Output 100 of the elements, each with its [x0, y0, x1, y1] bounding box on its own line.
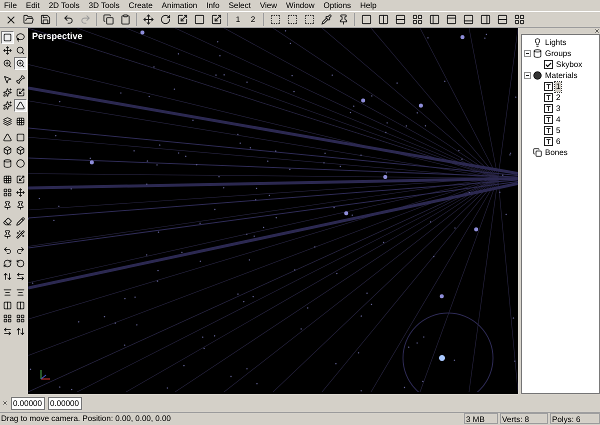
tool-icon: [16, 327, 25, 336]
viewport[interactable]: Perspective: [28, 28, 518, 394]
tool-button[interactable]: [14, 57, 27, 70]
menu-item[interactable]: Create: [128, 0, 153, 10]
tool-button[interactable]: [1, 312, 14, 325]
tool-button[interactable]: [14, 244, 27, 257]
tool-icon: [3, 327, 12, 336]
tool-button[interactable]: [1, 257, 14, 270]
tree-item[interactable]: 6: [555, 136, 562, 146]
menu-item[interactable]: 2D Tools: [48, 0, 80, 10]
menu-item[interactable]: Animation: [162, 0, 198, 10]
tool-icon: [3, 146, 12, 155]
light-icon: [533, 38, 542, 47]
tool-icon: [3, 88, 12, 97]
tool-icon: [3, 301, 12, 310]
tool-icon: [16, 101, 25, 110]
menu-item[interactable]: File: [4, 0, 17, 10]
close-icon[interactable]: [594, 28, 600, 34]
menu-item[interactable]: View: [260, 0, 278, 10]
tool-button[interactable]: [14, 157, 27, 170]
tool-icon: [16, 88, 25, 97]
tool-button[interactable]: [1, 73, 14, 86]
tool-button[interactable]: [14, 99, 27, 112]
tool-button[interactable]: [1, 86, 14, 99]
tool-icon: [3, 259, 12, 268]
tool-button[interactable]: [1, 325, 14, 338]
tool-icon: [3, 230, 12, 239]
tree-item[interactable]: 2: [555, 92, 562, 102]
tool-button[interactable]: [1, 44, 14, 57]
tool-button[interactable]: [1, 57, 14, 70]
tool-icon: [3, 33, 12, 42]
tree-item[interactable]: Groups: [544, 48, 572, 58]
tool-button[interactable]: [14, 173, 27, 186]
viewport-title: Perspective: [32, 30, 83, 43]
coordinate-field[interactable]: 0.00000: [48, 396, 82, 410]
close-icon[interactable]: [2, 400, 8, 406]
menu-item[interactable]: Edit: [26, 0, 40, 10]
tool-button[interactable]: [1, 215, 14, 228]
tool-button[interactable]: [1, 157, 14, 170]
tool-button[interactable]: [14, 115, 27, 128]
tool-button[interactable]: [14, 73, 27, 86]
menu-item[interactable]: Info: [206, 0, 220, 10]
tool-button[interactable]: [1, 131, 14, 144]
tool-icon: [16, 75, 25, 84]
tool-button[interactable]: [1, 244, 14, 257]
menu-item[interactable]: Select: [228, 0, 251, 10]
tool-icon: [3, 272, 12, 281]
menu-item[interactable]: Window: [286, 0, 314, 10]
collapse-toggle[interactable]: [524, 72, 531, 79]
tool-button[interactable]: [1, 144, 14, 157]
tree-item[interactable]: 5: [555, 126, 562, 136]
tree-item[interactable]: 4: [555, 114, 562, 124]
menu-item[interactable]: 3D Tools: [88, 0, 120, 10]
tool-button[interactable]: [1, 99, 14, 112]
tool-icon: [16, 272, 25, 281]
tree-item[interactable]: Skybox: [555, 60, 584, 70]
tool-button[interactable]: [1, 173, 14, 186]
tool-button[interactable]: [1, 31, 14, 44]
tool-icon: [3, 188, 12, 197]
tool-icon: [3, 75, 12, 84]
tool-button[interactable]: [1, 186, 14, 199]
tool-button[interactable]: [1, 270, 14, 283]
tool-button[interactable]: [14, 186, 27, 199]
tool-icon: [3, 59, 12, 68]
coordinate-field[interactable]: 0.00000: [11, 396, 45, 410]
tool-button[interactable]: [14, 131, 27, 144]
menu-item[interactable]: Options: [323, 0, 352, 10]
tool-button[interactable]: [14, 257, 27, 270]
texture-icon: [544, 93, 553, 102]
tool-button[interactable]: [14, 299, 27, 312]
tool-button[interactable]: [1, 299, 14, 312]
tool-icon: [16, 301, 25, 310]
tool-button[interactable]: [14, 31, 27, 44]
tool-icon: [3, 159, 12, 168]
tool-icon: [16, 117, 25, 126]
view-button[interactable]: 2: [246, 12, 260, 27]
tree-item[interactable]: 3: [555, 104, 562, 114]
axis-icon: [38, 368, 52, 382]
tool-icon: [3, 314, 12, 323]
tool-button[interactable]: [14, 86, 27, 99]
checkbox[interactable]: [544, 60, 553, 69]
tool-icon: [3, 217, 12, 226]
menu-item[interactable]: Help: [360, 0, 377, 10]
tool-button[interactable]: [14, 215, 27, 228]
tool-button[interactable]: [14, 270, 27, 283]
collapse-toggle[interactable]: [524, 50, 531, 57]
tree-item[interactable]: Materials: [544, 70, 578, 80]
tool-icon: [16, 59, 25, 68]
tool-button[interactable]: [14, 44, 27, 57]
tool-icon: [16, 146, 25, 155]
tool-button[interactable]: [1, 115, 14, 128]
tool-button[interactable]: [14, 228, 27, 241]
tool-button[interactable]: [14, 312, 27, 325]
sphere-icon: [533, 71, 542, 80]
tree-item[interactable]: 1: [555, 82, 562, 92]
tool-button[interactable]: [14, 325, 27, 338]
tree-item[interactable]: Lights: [544, 38, 568, 48]
tree-item[interactable]: Bones: [544, 148, 569, 158]
view-button[interactable]: 1: [231, 12, 245, 27]
tool-button[interactable]: [14, 144, 27, 157]
